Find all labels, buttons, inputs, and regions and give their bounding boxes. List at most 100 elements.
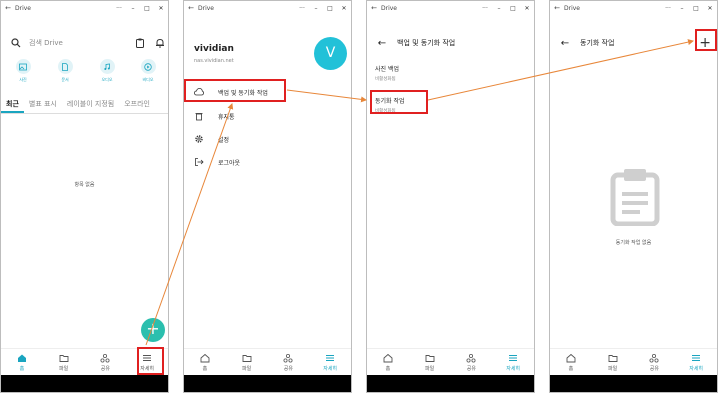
logout-icon (195, 158, 204, 166)
taskbar (550, 375, 717, 392)
bottom-nav: 홈 파일 공유 자세히 (367, 348, 534, 375)
quick-video[interactable]: 비디오 (136, 59, 160, 83)
window-sync-tasks: ← Drive ··· – □ ✕ ← 동기화 작업 + 동기화 작업 없음 홈 (549, 0, 718, 393)
account-name: vividian (194, 44, 234, 54)
minimize-button[interactable]: – (492, 5, 506, 12)
nav-more[interactable]: 자세히 (309, 349, 351, 375)
close-button[interactable]: ✕ (703, 5, 717, 12)
maximize-button[interactable]: □ (323, 5, 337, 12)
tab-starred[interactable]: 별표 표시 (24, 98, 62, 113)
close-button[interactable]: ✕ (337, 5, 351, 12)
tab-bar: 최근 별표 표시 레이블이 지정됨 오프라인 (1, 98, 168, 114)
close-button[interactable]: ✕ (154, 5, 168, 12)
nav-share[interactable]: 공유 (634, 349, 676, 375)
menu-label: 로그아웃 (218, 159, 241, 167)
window-account-menu: ← Drive ··· – □ ✕ vividian nas.vividian.… (183, 0, 352, 393)
bottom-nav: 홈 파일 공유 자세히 (184, 348, 351, 375)
app-title: Drive (564, 4, 580, 12)
tab-labeled[interactable]: 레이블이 지정됨 (62, 98, 119, 113)
nav-label: 자세히 (689, 365, 704, 372)
more-button[interactable]: ··· (661, 5, 675, 12)
search-placeholder: 검색 Drive (29, 39, 63, 47)
nav-home[interactable]: 홈 (367, 349, 409, 375)
tutorial-stage: ← Drive ··· – □ ✕ 검색 Drive 사진 문서 오디오 비디오 (0, 0, 720, 393)
more-button[interactable]: ··· (112, 5, 126, 12)
nav-home[interactable]: 홈 (1, 349, 43, 375)
task-status: 비활성화됨 (375, 77, 396, 82)
avatar[interactable]: V (314, 37, 347, 70)
search-input[interactable]: 검색 Drive (11, 36, 131, 50)
clipboard-empty-icon (610, 169, 660, 226)
nav-share[interactable]: 공유 (85, 349, 127, 375)
tab-offline[interactable]: 오프라인 (119, 98, 155, 113)
nav-more[interactable]: 자세히 (492, 349, 534, 375)
home-icon (200, 353, 210, 362)
play-icon (144, 62, 152, 71)
app-title: Drive (15, 4, 31, 12)
nav-label: 홈 (568, 365, 574, 372)
window-home: ← Drive ··· – □ ✕ 검색 Drive 사진 문서 오디오 비디오 (0, 0, 169, 393)
title-bar: ← Drive ··· – □ ✕ (550, 1, 717, 15)
quick-label: 문서 (61, 77, 69, 82)
nav-files[interactable]: 파일 (409, 349, 451, 375)
music-icon (104, 63, 110, 70)
nav-share[interactable]: 공유 (268, 349, 310, 375)
nav-files[interactable]: 파일 (226, 349, 268, 375)
quick-photos[interactable]: 사진 (11, 59, 35, 83)
nav-more[interactable]: 자세히 (675, 349, 717, 375)
clipboard-icon[interactable] (135, 38, 145, 48)
quick-label: 비디오 (142, 77, 154, 82)
maximize-button[interactable]: □ (506, 5, 520, 12)
search-icon (11, 38, 21, 48)
quick-audio[interactable]: 오디오 (95, 59, 119, 83)
quick-label: 오디오 (101, 77, 113, 82)
add-fab-button[interactable]: + (141, 318, 165, 342)
nav-label: 자세히 (506, 365, 521, 372)
window-backup-sync: ← Drive ··· – □ ✕ ← 백업 및 동기화 작업 사진 백업 비활… (366, 0, 535, 393)
task-photo-backup[interactable]: 사진 백업 비활성화됨 (375, 64, 399, 82)
close-button[interactable]: ✕ (520, 5, 534, 12)
back-arrow-icon[interactable]: ← (184, 4, 198, 12)
bottom-nav: 홈 파일 공유 자세히 (550, 348, 717, 375)
nav-share[interactable]: 공유 (451, 349, 493, 375)
document-icon (62, 62, 68, 71)
menu-trash[interactable]: 휴지통 (194, 111, 235, 121)
highlight-more (137, 347, 164, 375)
menu-logout[interactable]: 로그아웃 (194, 157, 240, 167)
back-button[interactable]: ← (550, 38, 580, 49)
page-header: ← 동기화 작업 (550, 35, 717, 51)
photo-icon (19, 63, 27, 70)
back-arrow-icon[interactable]: ← (1, 4, 15, 12)
quick-documents[interactable]: 문서 (53, 59, 77, 83)
menu-label: 휴지통 (218, 113, 235, 121)
minimize-button[interactable]: – (675, 5, 689, 12)
maximize-button[interactable]: □ (689, 5, 703, 12)
nav-label: 공유 (100, 365, 110, 372)
nav-label: 홈 (202, 365, 208, 372)
back-arrow-icon[interactable]: ← (367, 4, 381, 12)
nav-files[interactable]: 파일 (43, 349, 85, 375)
home-icon (17, 354, 26, 362)
minimize-button[interactable]: – (309, 5, 323, 12)
quick-label: 사진 (19, 77, 27, 82)
share-icon (283, 353, 293, 363)
nav-home[interactable]: 홈 (550, 349, 592, 375)
more-button[interactable]: ··· (295, 5, 309, 12)
maximize-button[interactable]: □ (140, 5, 154, 12)
trash-icon (195, 113, 203, 121)
bell-icon[interactable] (155, 38, 165, 48)
menu-settings[interactable]: 설정 (194, 134, 229, 144)
back-arrow-icon[interactable]: ← (550, 4, 564, 12)
back-button[interactable]: ← (367, 38, 397, 49)
highlight-backup-sync (184, 79, 286, 102)
tab-recent[interactable]: 최근 (1, 98, 24, 113)
empty-message: 동기화 작업 없음 (615, 240, 652, 246)
nav-home[interactable]: 홈 (184, 349, 226, 375)
nav-label: 파일 (425, 365, 435, 372)
minimize-button[interactable]: – (126, 5, 140, 12)
more-button[interactable]: ··· (478, 5, 492, 12)
nav-files[interactable]: 파일 (592, 349, 634, 375)
folder-icon (242, 354, 252, 362)
title-bar: ← Drive ··· – □ ✕ (367, 1, 534, 15)
empty-message: 항목 없음 (74, 182, 95, 188)
